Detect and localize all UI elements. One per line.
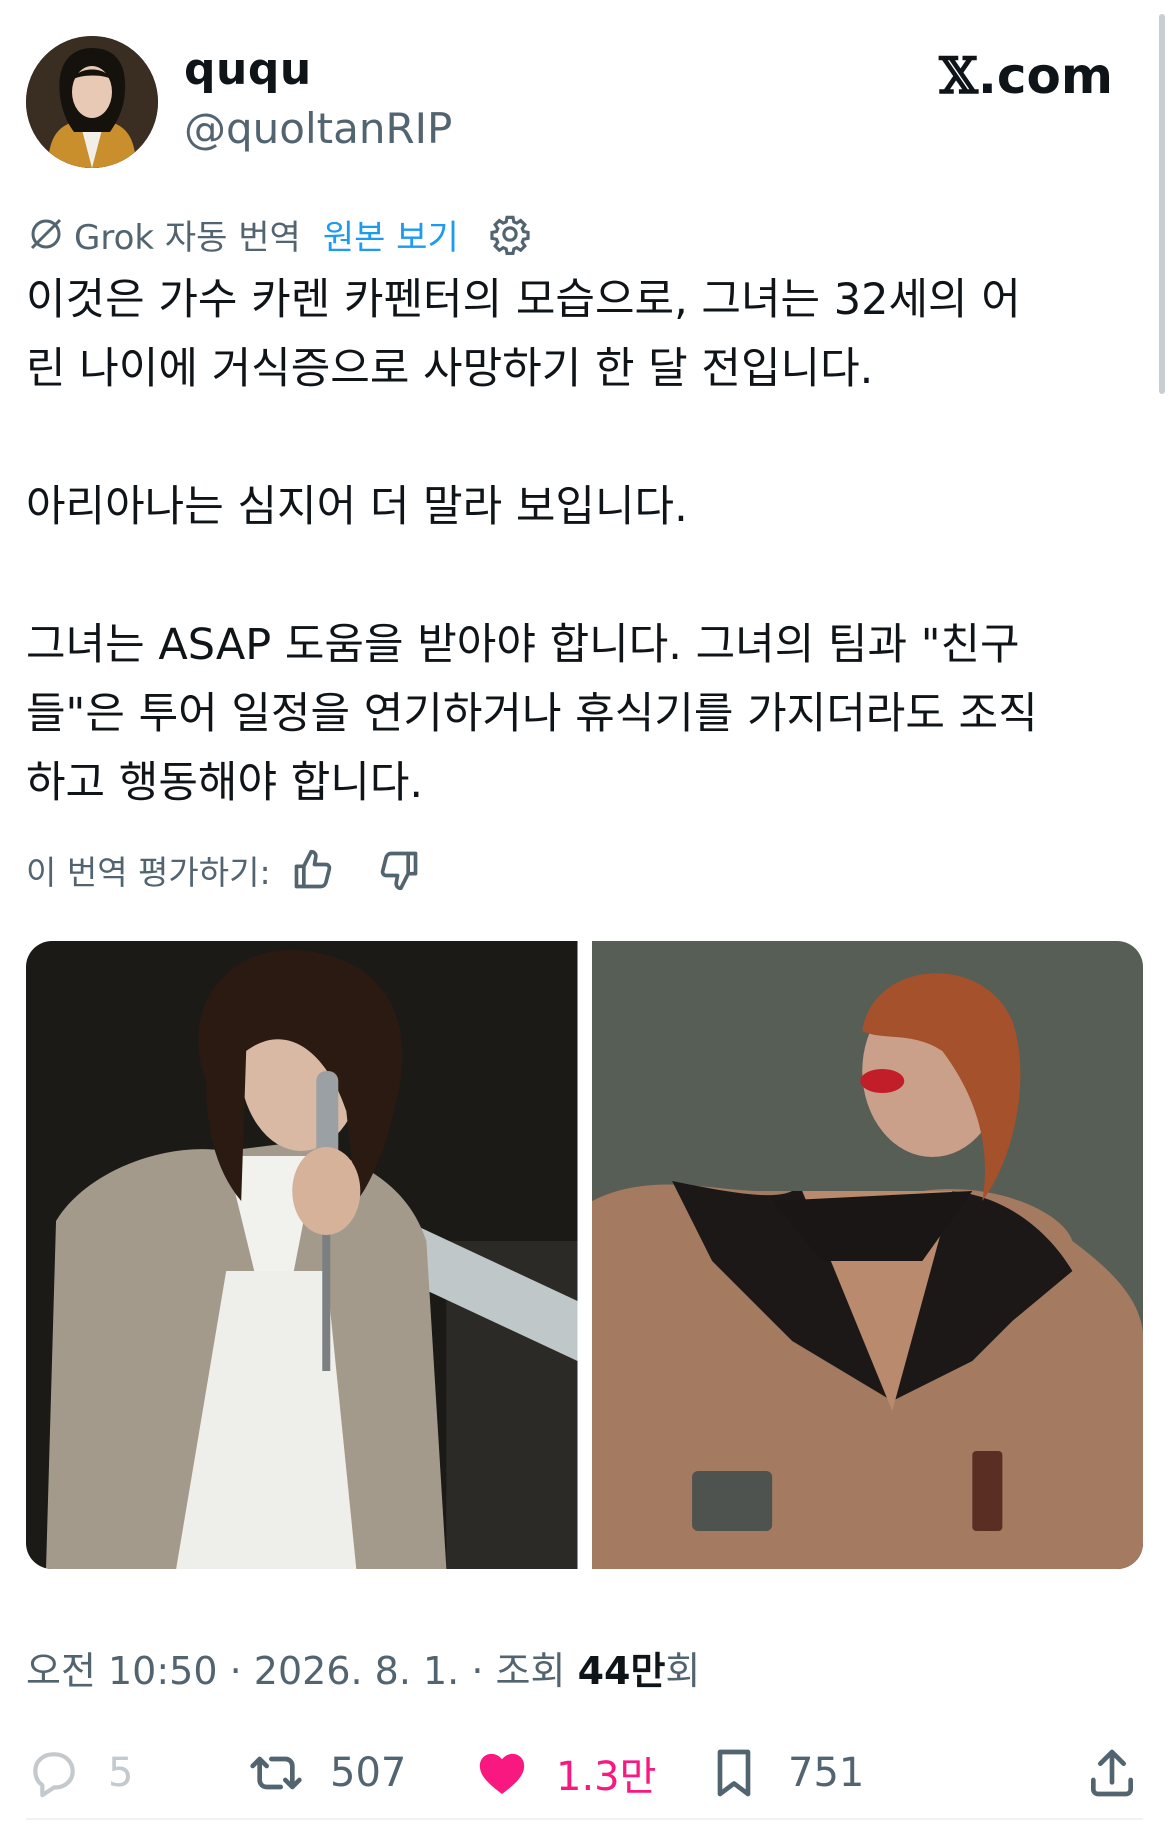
translation-bar: Grok 자동 번역 원본 보기 <box>26 206 531 262</box>
meta-separator: · <box>471 1649 484 1693</box>
avatar-image <box>26 36 158 168</box>
share-icon <box>1091 1749 1133 1797</box>
x-logo-icon: 𝕏 <box>939 46 978 105</box>
like-count: 1.3만 <box>556 1754 657 1800</box>
media-grid <box>26 941 1143 1569</box>
photo-1-image <box>26 941 578 1569</box>
gear-icon[interactable] <box>489 213 531 255</box>
rate-translation-label: 이 번역 평가하기: <box>26 853 271 892</box>
grok-icon <box>30 218 62 250</box>
bookmark-count: 751 <box>788 1750 865 1796</box>
bottom-divider <box>26 1818 1143 1820</box>
action-bar: 5 507 1.3만 751 <box>26 1733 1143 1813</box>
share-button[interactable] <box>1084 1733 1140 1813</box>
repost-button[interactable]: 507 <box>248 1733 406 1813</box>
thumbs-up-icon[interactable] <box>291 848 335 892</box>
thumbs-down-icon[interactable] <box>377 848 421 892</box>
tweet-text: 이것은 가수 카렌 카펜터의 모습으로, 그녀는 32세의 어 린 나이에 거식… <box>26 275 1038 808</box>
brand-domain: .com <box>977 47 1113 105</box>
meta-separator: · <box>229 1649 242 1693</box>
x-com-watermark: 𝕏.com <box>939 46 1113 105</box>
show-original-link[interactable]: 원본 보기 <box>323 210 459 259</box>
bookmark-icon <box>717 1749 751 1797</box>
tweet-photo-2[interactable] <box>591 941 1143 1569</box>
display-name[interactable]: ququ <box>184 44 312 95</box>
tweet-photo-1[interactable] <box>26 941 578 1569</box>
tweet-time[interactable]: 오전 10:50 <box>26 1649 218 1693</box>
avatar[interactable] <box>26 36 158 168</box>
user-handle[interactable]: @quoltanRIP <box>184 104 452 153</box>
bookmark-button[interactable]: 751 <box>706 1733 864 1813</box>
repost-icon <box>250 1756 302 1790</box>
reply-icon <box>33 1752 75 1798</box>
translation-label: Grok 자동 번역 <box>74 217 301 258</box>
tweet-date[interactable]: 2026. 8. 1. <box>254 1649 459 1693</box>
photo-2-image <box>591 941 1143 1569</box>
views-suffix: 회 <box>665 1649 701 1693</box>
heart-icon <box>479 1753 525 1794</box>
repost-count: 507 <box>330 1750 407 1796</box>
rate-translation: 이 번역 평가하기: <box>26 842 421 898</box>
views-prefix: 조회 <box>495 1649 566 1693</box>
like-button[interactable]: 1.3만 <box>474 1733 656 1813</box>
views-count: 44만 <box>577 1649 666 1693</box>
reply-button[interactable]: 5 <box>26 1733 133 1813</box>
scrollbar[interactable] <box>1159 14 1165 394</box>
reply-count: 5 <box>108 1750 134 1796</box>
tweet-meta: 오전 10:50 · 2026. 8. 1. · 조회 44만회 <box>26 1640 700 1695</box>
